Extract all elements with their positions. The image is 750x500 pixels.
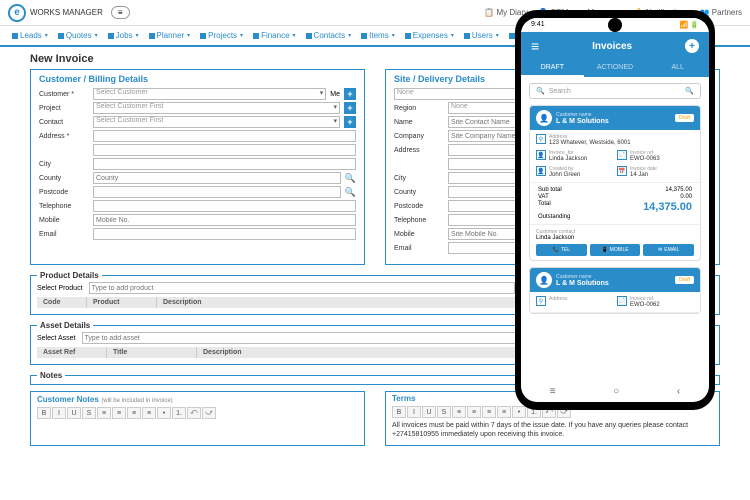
tab-actioned[interactable]: ACTIONED [584, 60, 647, 77]
calendar-icon: 📅 [617, 166, 627, 176]
search-icon: 🔍 [685, 87, 694, 95]
avatar-icon: 👤 [536, 110, 552, 126]
project-select[interactable]: Select Customer First [93, 102, 340, 114]
status-badge: Draft [675, 114, 694, 122]
nav-planner[interactable]: Planner [145, 29, 195, 42]
mobile-button[interactable]: 📱 MOBILE [590, 244, 641, 256]
nav-leads[interactable]: Leads [8, 29, 52, 42]
add-project-button[interactable]: + [344, 102, 356, 114]
mobile-preview: 9:41📶 🔋 ≡ Invoices + DRAFT ACTIONED ALL … [515, 10, 715, 410]
add-customer-button[interactable]: + [344, 88, 356, 100]
search-icon[interactable]: 🔍 [345, 187, 356, 198]
telephone-input[interactable] [93, 200, 356, 212]
mobile-input[interactable] [93, 214, 356, 226]
city-input[interactable] [93, 158, 356, 170]
hamburger-icon[interactable]: ≡ [111, 6, 130, 19]
location-icon: ⚲ [536, 296, 546, 306]
email-input[interactable] [93, 228, 356, 240]
phone-search-input[interactable]: 🔍Search🔍 [529, 83, 701, 99]
invoice-card[interactable]: 👤 Customer nameL & M Solutions Draft ⚲Ad… [529, 105, 701, 261]
county-input[interactable] [93, 172, 341, 184]
invoice-card[interactable]: 👤 Customer nameL & M Solutions Draft ⚲Ad… [529, 267, 701, 314]
italic-button[interactable]: I [52, 407, 66, 419]
phone-nav-bar: ≡ ○ ‹ [521, 381, 709, 402]
nav-quotes[interactable]: Quotes [54, 29, 102, 42]
nav-back-icon[interactable]: ‹ [677, 386, 680, 397]
document-icon: 📄 [617, 150, 627, 160]
contact-select[interactable]: Select Customer First [93, 116, 340, 128]
status-badge: Draft [675, 276, 694, 284]
bold-button[interactable]: B [37, 407, 51, 419]
email-button[interactable]: ✉ EMAIL [643, 244, 694, 256]
strike-button[interactable]: S [82, 407, 96, 419]
editor-toolbar: BIUS≡≡≡≡•1.⤺⤻ [37, 407, 358, 419]
search-icon: 🔍 [536, 87, 545, 95]
phone-tabs: DRAFT ACTIONED ALL [521, 60, 709, 77]
terms-text[interactable]: All invoices must be paid within 7 days … [392, 421, 713, 439]
nav-contacts[interactable]: Contacts [302, 29, 356, 42]
underline-button[interactable]: U [67, 407, 81, 419]
nav-finance[interactable]: Finance [249, 29, 299, 42]
signal-icon: 📶 🔋 [680, 21, 699, 29]
person-icon: 👤 [536, 166, 546, 176]
person-icon: 👤 [536, 150, 546, 160]
customer-notes-panel: Customer Notes (will be included in invo… [30, 391, 365, 446]
logo-icon: e [8, 4, 26, 22]
add-contact-button[interactable]: + [344, 116, 356, 128]
location-icon: ⚲ [536, 134, 546, 144]
billing-panel: Customer / Billing Details Customer *Sel… [30, 69, 365, 265]
menu-icon[interactable]: ≡ [531, 38, 539, 54]
customer-select[interactable]: Select Customer [93, 88, 326, 100]
tab-all[interactable]: ALL [646, 60, 709, 77]
nav-users[interactable]: Users [460, 29, 503, 42]
nav-jobs[interactable]: Jobs [104, 29, 143, 42]
nav-menu-icon[interactable]: ≡ [550, 386, 556, 397]
nav-projects[interactable]: Projects [196, 29, 247, 42]
product-search-input[interactable] [89, 282, 516, 294]
tel-button[interactable]: 📞 TEL [536, 244, 587, 256]
search-icon[interactable]: 🔍 [345, 173, 356, 184]
avatar-icon: 👤 [536, 272, 552, 288]
document-icon: 📄 [617, 296, 627, 306]
add-invoice-button[interactable]: + [685, 39, 699, 53]
tab-draft[interactable]: DRAFT [521, 60, 584, 77]
app-logo: e WORKS MANAGER ≡ [8, 4, 130, 22]
nav-items[interactable]: Items [357, 29, 399, 42]
phone-title: Invoices [592, 41, 632, 52]
postcode-input[interactable] [93, 186, 341, 198]
address2-input[interactable] [93, 144, 356, 156]
nav-expenses[interactable]: Expenses [401, 29, 458, 42]
address-input[interactable] [93, 130, 356, 142]
nav-home-icon[interactable]: ○ [613, 386, 619, 397]
asset-search-input[interactable] [82, 332, 533, 344]
